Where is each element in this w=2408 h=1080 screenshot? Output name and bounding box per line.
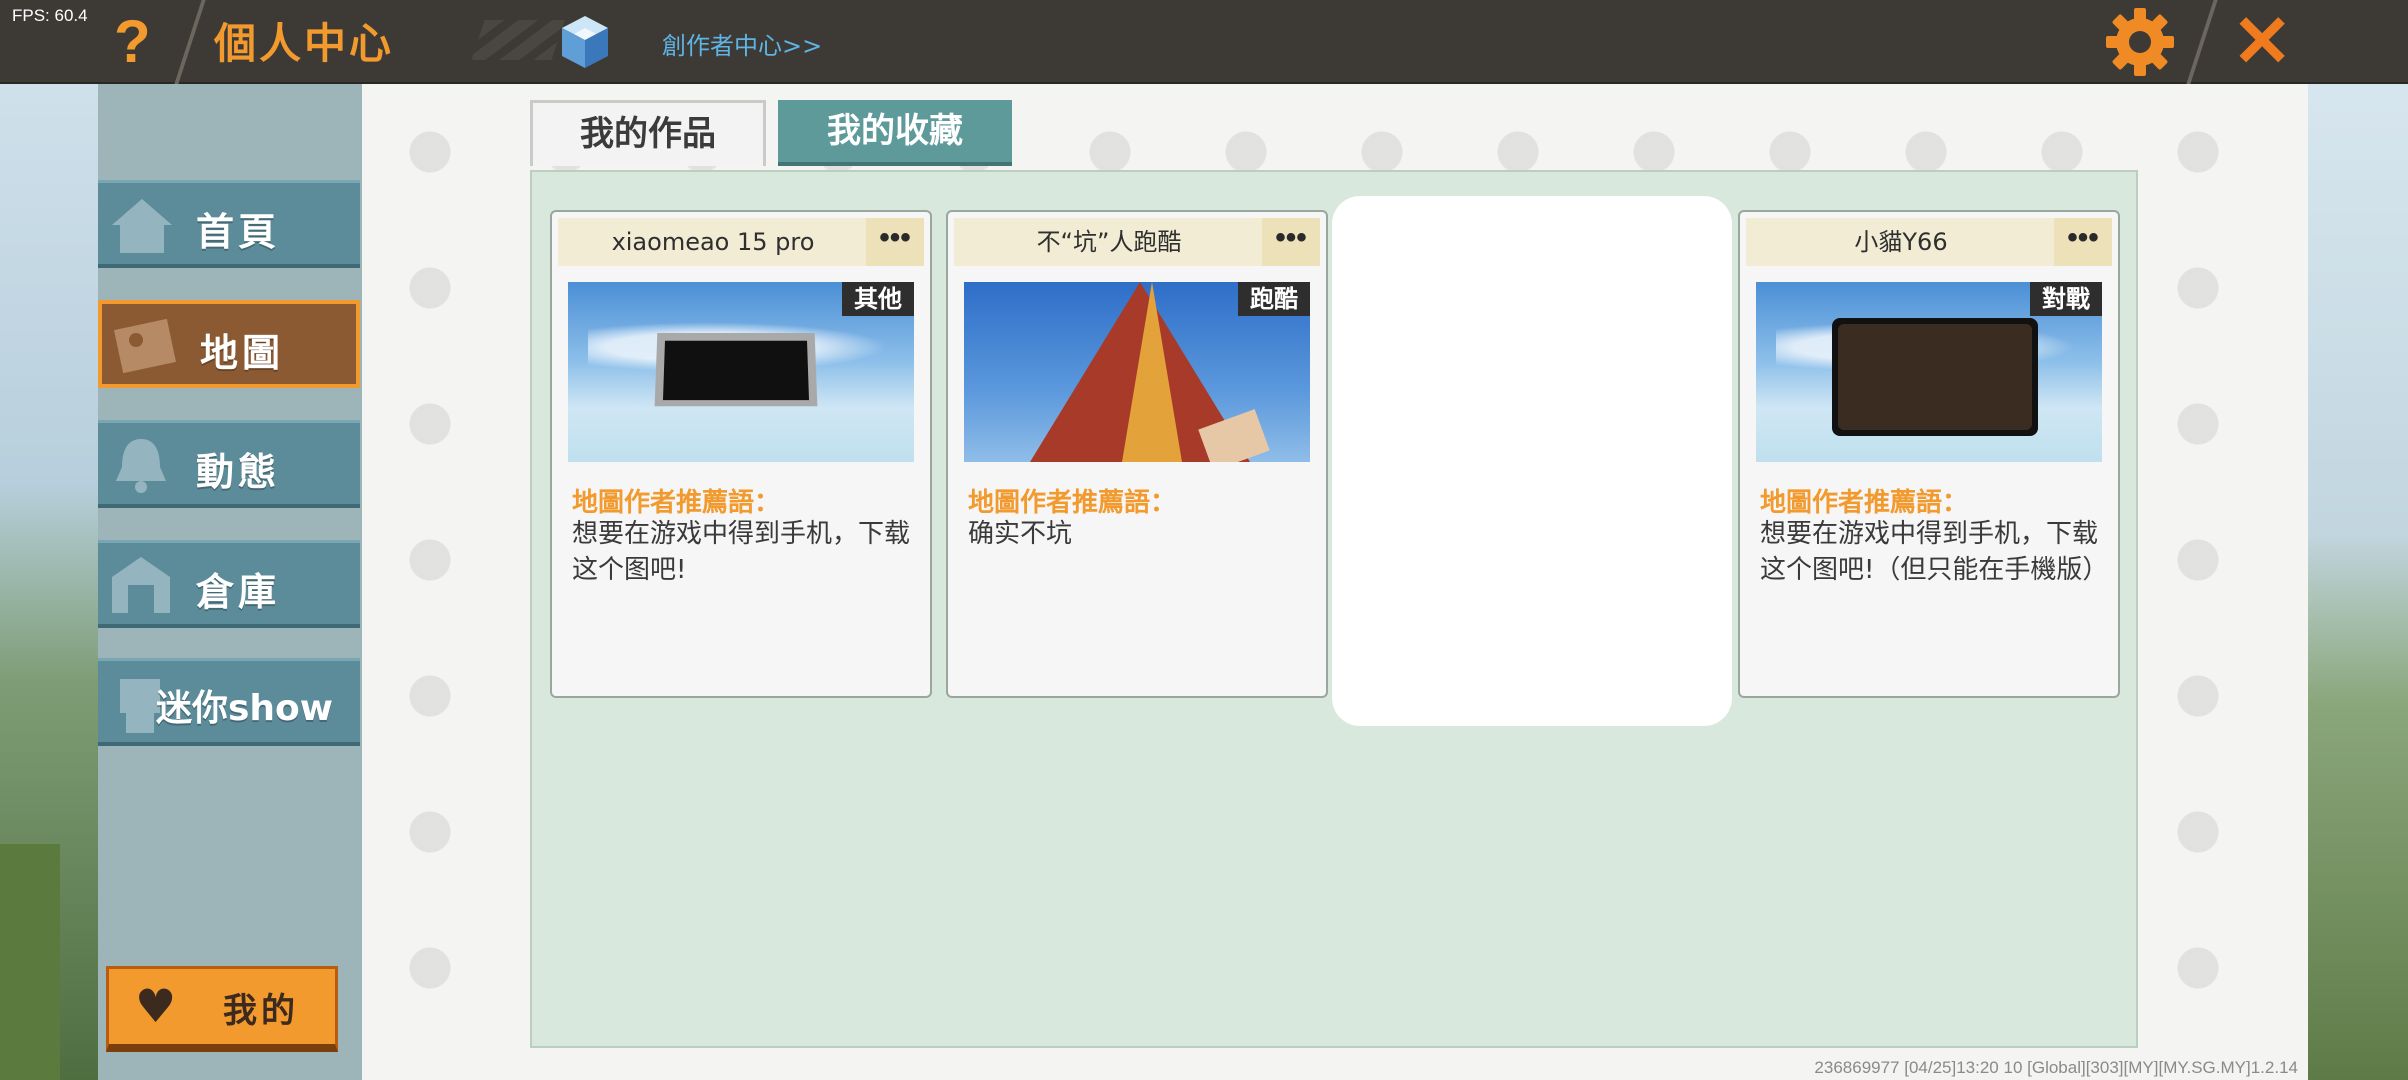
fps-counter: FPS: 60.4 — [12, 6, 88, 25]
category-tag: 對戰 — [2030, 282, 2102, 316]
sidebar-item-map[interactable]: 地圖 — [98, 300, 360, 388]
version-info: 236869977 [04/25]13:20 10 [Global][303][… — [1814, 1058, 2298, 1077]
background-scenery-left — [0, 84, 110, 1080]
recommendation-text: 确实不坑 — [968, 519, 1073, 549]
bell-icon — [116, 439, 166, 493]
heart-icon: ♥ — [135, 979, 177, 1033]
sidebar-item-activity[interactable]: 動態 — [98, 420, 360, 508]
works-grid: xiaomeao 15 pro ••• 其他 地圖作者推薦語： 想要在游戏中得到… — [530, 170, 2138, 1048]
sidebar-item-home[interactable]: 首頁 — [98, 180, 360, 268]
more-options-button[interactable]: ••• — [866, 218, 924, 266]
category-tag: 跑酷 — [1238, 282, 1310, 316]
sidebar-item-minishow[interactable]: 迷你show — [98, 658, 360, 746]
divider — [174, 0, 206, 84]
home-icon — [112, 199, 172, 253]
sidebar-item-warehouse[interactable]: 倉庫 — [98, 540, 360, 628]
recommendation-label: 地圖作者推薦語： — [968, 488, 1177, 518]
card-title: xiaomeao 15 pro — [611, 228, 815, 256]
map-thumbnail[interactable]: 其他 — [568, 282, 914, 462]
map-card[interactable]: xiaomeao 15 pro ••• 其他 地圖作者推薦語： 想要在游戏中得到… — [550, 210, 932, 698]
more-options-button[interactable]: ••• — [1262, 218, 1320, 266]
mine-button[interactable]: ♥ 我的 — [106, 966, 338, 1052]
main-panel: 我的作品 我的收藏 xiaomeao 15 pro ••• 其他 地圖作者推薦語… — [362, 84, 2308, 1080]
mine-label: 我的 — [223, 991, 299, 1031]
help-icon[interactable]: ? — [114, 8, 151, 76]
recommendation-text: 想要在游戏中得到手机，下载这个图吧! — [572, 519, 911, 585]
top-bar: FPS: 60.4 ? 個人中心 創作者中心>> ✕ — [0, 0, 2408, 84]
map-card[interactable]: 小貓Y66 ••• 對戰 地圖作者推薦語： 想要在游戏中得到手机，下载这个图吧!… — [1738, 210, 2120, 698]
recommendation-label: 地圖作者推薦語： — [1760, 488, 1969, 518]
redacted-card — [1332, 196, 1732, 726]
sidebar-item-label: 動態 — [196, 450, 281, 494]
category-tag: 其他 — [842, 282, 914, 316]
card-title: 小貓Y66 — [1854, 228, 1948, 256]
sidebar-item-label: 倉庫 — [196, 570, 281, 614]
close-icon[interactable]: ✕ — [2232, 6, 2292, 78]
sidebar-item-label: 首頁 — [196, 210, 281, 254]
tab-my-works[interactable]: 我的作品 — [530, 100, 766, 166]
card-header: xiaomeao 15 pro ••• — [558, 218, 924, 266]
card-header: 小貓Y66 ••• — [1746, 218, 2112, 266]
gear-icon[interactable] — [2102, 4, 2178, 80]
cube-icon[interactable] — [560, 14, 610, 70]
map-thumbnail[interactable]: 對戰 — [1756, 282, 2102, 462]
more-options-button[interactable]: ••• — [2054, 218, 2112, 266]
warehouse-icon — [112, 557, 170, 613]
map-thumbnail[interactable]: 跑酷 — [964, 282, 1310, 462]
card-title: 不“坑”人跑酷 — [1036, 228, 1182, 256]
sidebar-item-label: 迷你show — [156, 688, 334, 729]
stripe-decoration — [471, 20, 565, 60]
card-header: 不“坑”人跑酷 ••• — [954, 218, 1320, 266]
background-scenery-right — [2308, 84, 2408, 1080]
creator-center-link[interactable]: 創作者中心>> — [662, 26, 822, 61]
map-icon — [114, 318, 176, 374]
sidebar-item-label: 地圖 — [200, 331, 285, 375]
sidebar: 首頁 地圖 動態 倉庫 迷你show ♥ 我的 — [98, 84, 362, 1080]
page-title: 個人中心 — [214, 19, 395, 68]
divider — [2186, 0, 2218, 84]
recommendation-label: 地圖作者推薦語： — [572, 488, 781, 518]
tab-my-favorites[interactable]: 我的收藏 — [778, 100, 1012, 166]
recommendation-text: 想要在游戏中得到手机，下载这个图吧!（但只能在手機版） — [1760, 519, 2109, 585]
map-card[interactable]: 不“坑”人跑酷 ••• 跑酷 地圖作者推薦語： 确实不坑 — [946, 210, 1328, 698]
